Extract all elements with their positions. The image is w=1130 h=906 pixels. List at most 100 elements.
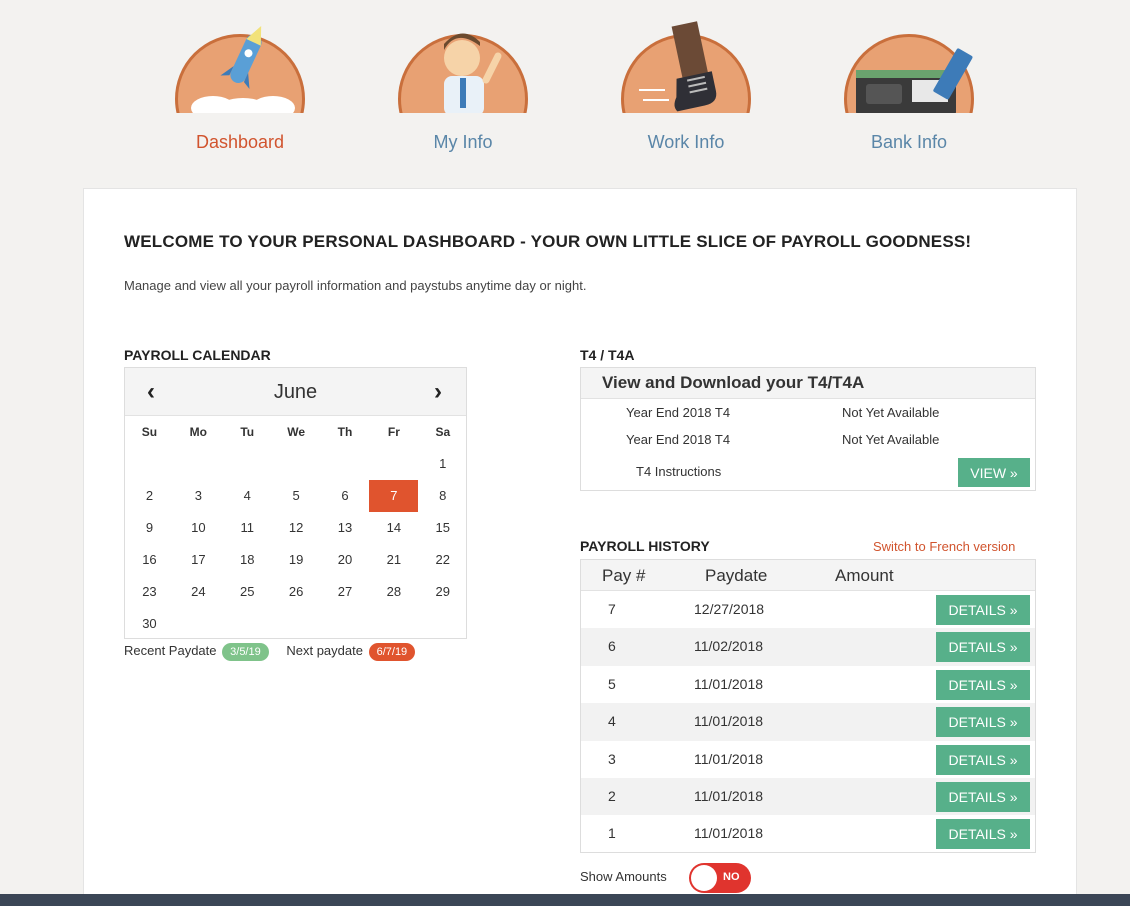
column-header: Pay # bbox=[602, 566, 646, 585]
details-button[interactable]: DETAILS » bbox=[936, 707, 1030, 738]
details-button[interactable]: DETAILS » bbox=[936, 669, 1030, 700]
calendar-day[interactable]: 9 bbox=[125, 512, 174, 544]
t4-header: View and Download your T4/T4A bbox=[581, 368, 1035, 399]
nav-work-info[interactable]: Work Info bbox=[606, 20, 766, 153]
table-header: Pay # Paydate Amount bbox=[581, 560, 1035, 591]
nav-my-info[interactable]: My Info bbox=[383, 20, 543, 153]
calendar-day[interactable]: 18 bbox=[223, 544, 272, 576]
details-button[interactable]: DETAILS » bbox=[936, 632, 1030, 663]
calendar-day[interactable]: 12 bbox=[272, 512, 321, 544]
calendar-day[interactable]: 10 bbox=[174, 512, 223, 544]
weekday-header: Mo bbox=[189, 425, 207, 439]
calendar-day-selected[interactable]: 7 bbox=[369, 480, 419, 512]
payroll-calendar: ‹ June › Su Mo Tu We Th Fr Sa 1 2 3 4 5 6 7 8 9 10 11 12 13… bbox=[124, 367, 467, 639]
payroll-history-table: Pay # Paydate Amount 7 12/27/2018 DETAILS … bbox=[580, 559, 1036, 853]
person-waving-icon bbox=[396, 20, 530, 116]
pay-number: 7 bbox=[608, 601, 616, 617]
pay-number: 2 bbox=[608, 787, 616, 804]
calendar-day[interactable]: 8 bbox=[418, 480, 467, 512]
calendar-month: June bbox=[273, 381, 318, 403]
calendar-day[interactable]: 3 bbox=[174, 480, 223, 512]
details-button[interactable]: DETAILS » bbox=[936, 744, 1030, 775]
page-subtitle: Manage and view all your payroll informa… bbox=[124, 278, 587, 293]
calendar-day[interactable]: 28 bbox=[369, 576, 418, 608]
pay-number: 3 bbox=[608, 750, 616, 767]
calendar-day[interactable]: 26 bbox=[272, 576, 321, 608]
table-row: 3 11/01/2018 DETAILS » bbox=[581, 741, 1035, 778]
switch-french-link[interactable]: Switch to French version bbox=[873, 539, 1015, 554]
weekday-header: Th bbox=[337, 425, 353, 439]
show-amounts-label: Show Amounts bbox=[580, 869, 667, 884]
t4-row-status: Not Yet Available bbox=[842, 432, 940, 447]
recent-paydate-label: Recent Paydate bbox=[124, 643, 217, 658]
wallet-card-icon bbox=[842, 20, 976, 116]
paydate: 11/01/2018 bbox=[694, 713, 764, 730]
paydate: 11/02/2018 bbox=[694, 638, 764, 655]
details-button[interactable]: DETAILS » bbox=[936, 819, 1030, 850]
paydate: 12/27/2018 bbox=[694, 601, 765, 617]
recent-paydate-badge: 3/5/19 bbox=[222, 643, 269, 661]
pay-number: 1 bbox=[608, 825, 616, 842]
t4-row-label: Year End 2018 T4 bbox=[626, 405, 731, 420]
calendar-day[interactable]: 1 bbox=[418, 448, 467, 480]
nav-label: Dashboard bbox=[195, 132, 285, 152]
nav-bank-info[interactable]: Bank Info bbox=[829, 20, 989, 153]
calendar-day[interactable]: 16 bbox=[125, 544, 174, 576]
nav-label: Work Info bbox=[647, 132, 725, 152]
calendar-day[interactable]: 11 bbox=[223, 512, 272, 544]
weekday-header: We bbox=[287, 425, 306, 439]
calendar-day[interactable]: 13 bbox=[321, 512, 370, 544]
table-row: 5 11/01/2018 DETAILS » bbox=[581, 666, 1035, 703]
table-row: 2 11/01/2018 DETAILS » bbox=[581, 777, 1035, 816]
nav-dashboard[interactable]: Dashboard bbox=[160, 20, 320, 153]
top-nav: Dashboard My Info Work Info Bank Info bbox=[0, 0, 1130, 190]
calendar-blank bbox=[223, 448, 272, 480]
calendar-day[interactable]: 24 bbox=[174, 576, 223, 608]
calendar-day[interactable]: 2 bbox=[125, 480, 174, 512]
details-button[interactable]: DETAILS » bbox=[936, 595, 1030, 625]
view-t4-button[interactable]: VIEW » bbox=[958, 458, 1030, 487]
weekday-header: Fr bbox=[387, 425, 400, 439]
calendar-day[interactable]: 5 bbox=[272, 480, 321, 512]
calendar-header: ‹ June › bbox=[125, 368, 466, 416]
show-amounts-toggle[interactable]: NO bbox=[689, 863, 751, 893]
next-paydate-label: Next paydate bbox=[286, 643, 363, 658]
nav-label: My Info bbox=[433, 132, 493, 152]
calendar-day[interactable]: 29 bbox=[418, 576, 467, 608]
t4-row-status: Not Yet Available bbox=[842, 405, 940, 420]
calendar-day[interactable]: 30 bbox=[125, 608, 174, 640]
calendar-blank bbox=[272, 448, 321, 480]
calendar-day[interactable]: 23 bbox=[125, 576, 174, 608]
calendar-day[interactable]: 14 bbox=[369, 512, 418, 544]
calendar-day[interactable]: 21 bbox=[369, 544, 418, 576]
calendar-day[interactable]: 25 bbox=[223, 576, 272, 608]
calendar-day[interactable]: 17 bbox=[174, 544, 223, 576]
details-button[interactable]: DETAILS » bbox=[936, 781, 1030, 812]
pay-number: 6 bbox=[608, 638, 616, 655]
calendar-day[interactable]: 19 bbox=[272, 544, 321, 576]
toggle-knob bbox=[691, 865, 717, 891]
chevron-right-icon[interactable]: › bbox=[434, 378, 442, 406]
page-title: WELCOME TO YOUR PERSONAL DASHBOARD - YOU… bbox=[124, 232, 972, 251]
calendar-day[interactable]: 6 bbox=[321, 480, 370, 512]
calendar-title: PAYROLL CALENDAR bbox=[124, 347, 271, 363]
calendar-day[interactable]: 22 bbox=[418, 544, 467, 576]
table-row: 7 12/27/2018 DETAILS » bbox=[581, 591, 1035, 628]
paydate: 11/01/2018 bbox=[694, 787, 764, 804]
calendar-day[interactable]: 15 bbox=[418, 512, 467, 544]
calendar-blank bbox=[174, 448, 223, 480]
paydate: 11/01/2018 bbox=[694, 825, 764, 842]
t4-instructions-link[interactable]: T4 Instructions bbox=[636, 464, 721, 479]
calendar-day[interactable]: 4 bbox=[223, 480, 272, 512]
nav-label: Bank Info bbox=[870, 132, 948, 152]
calendar-day[interactable]: 20 bbox=[321, 544, 370, 576]
pay-number: 4 bbox=[608, 713, 616, 730]
t4-panel: View and Download your T4/T4A Year End 2… bbox=[580, 367, 1036, 491]
boot-icon bbox=[619, 20, 753, 116]
calendar-day[interactable]: 27 bbox=[321, 576, 370, 608]
calendar-blank bbox=[125, 448, 174, 480]
weekday-header: Tu bbox=[240, 425, 255, 439]
table-row: 6 11/02/2018 DETAILS » bbox=[581, 628, 1035, 666]
next-paydate-badge: 6/7/19 bbox=[368, 643, 416, 661]
calendar-blank bbox=[369, 448, 418, 480]
